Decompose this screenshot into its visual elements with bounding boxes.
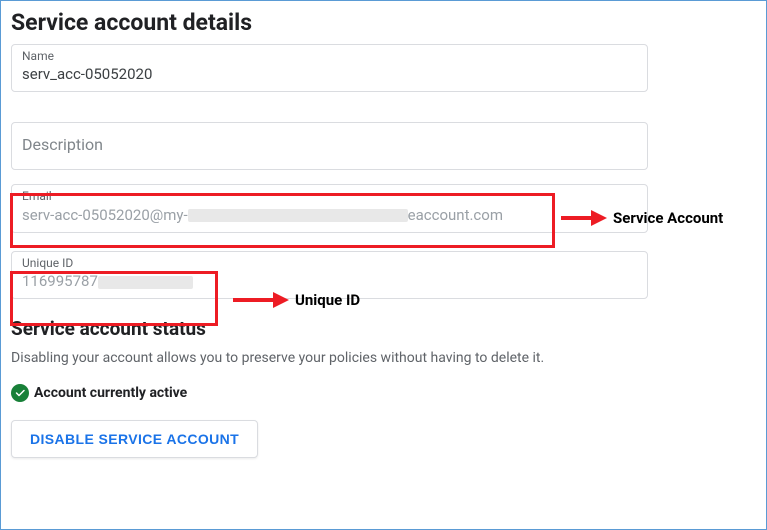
name-field[interactable]: Name serv_acc-05052020 xyxy=(11,44,648,92)
email-redacted xyxy=(188,209,408,222)
check-circle-icon xyxy=(11,384,29,402)
name-value: serv_acc-05052020 xyxy=(22,65,637,83)
status-heading: Service account status xyxy=(11,317,756,340)
name-label: Name xyxy=(22,49,637,63)
status-description: Disabling your account allows you to pre… xyxy=(11,350,756,366)
status-active-text: Account currently active xyxy=(34,385,187,401)
disable-service-account-button[interactable]: DISABLE SERVICE ACCOUNT xyxy=(11,420,258,458)
uniqueid-field: Unique ID 116995787 xyxy=(11,251,648,299)
email-field: Email serv-acc-05052020@my-eaccount.com xyxy=(11,184,648,232)
email-value: serv-acc-05052020@my-eaccount.com xyxy=(22,206,637,224)
details-heading: Service account details xyxy=(11,9,756,36)
description-placeholder: Description xyxy=(22,135,637,154)
uniqueid-label: Unique ID xyxy=(22,256,637,270)
uniqueid-redacted xyxy=(98,276,193,289)
status-line: Account currently active xyxy=(11,384,756,402)
description-field[interactable]: Description xyxy=(11,122,648,170)
email-label: Email xyxy=(22,189,637,203)
uniqueid-value: 116995787 xyxy=(22,272,637,290)
